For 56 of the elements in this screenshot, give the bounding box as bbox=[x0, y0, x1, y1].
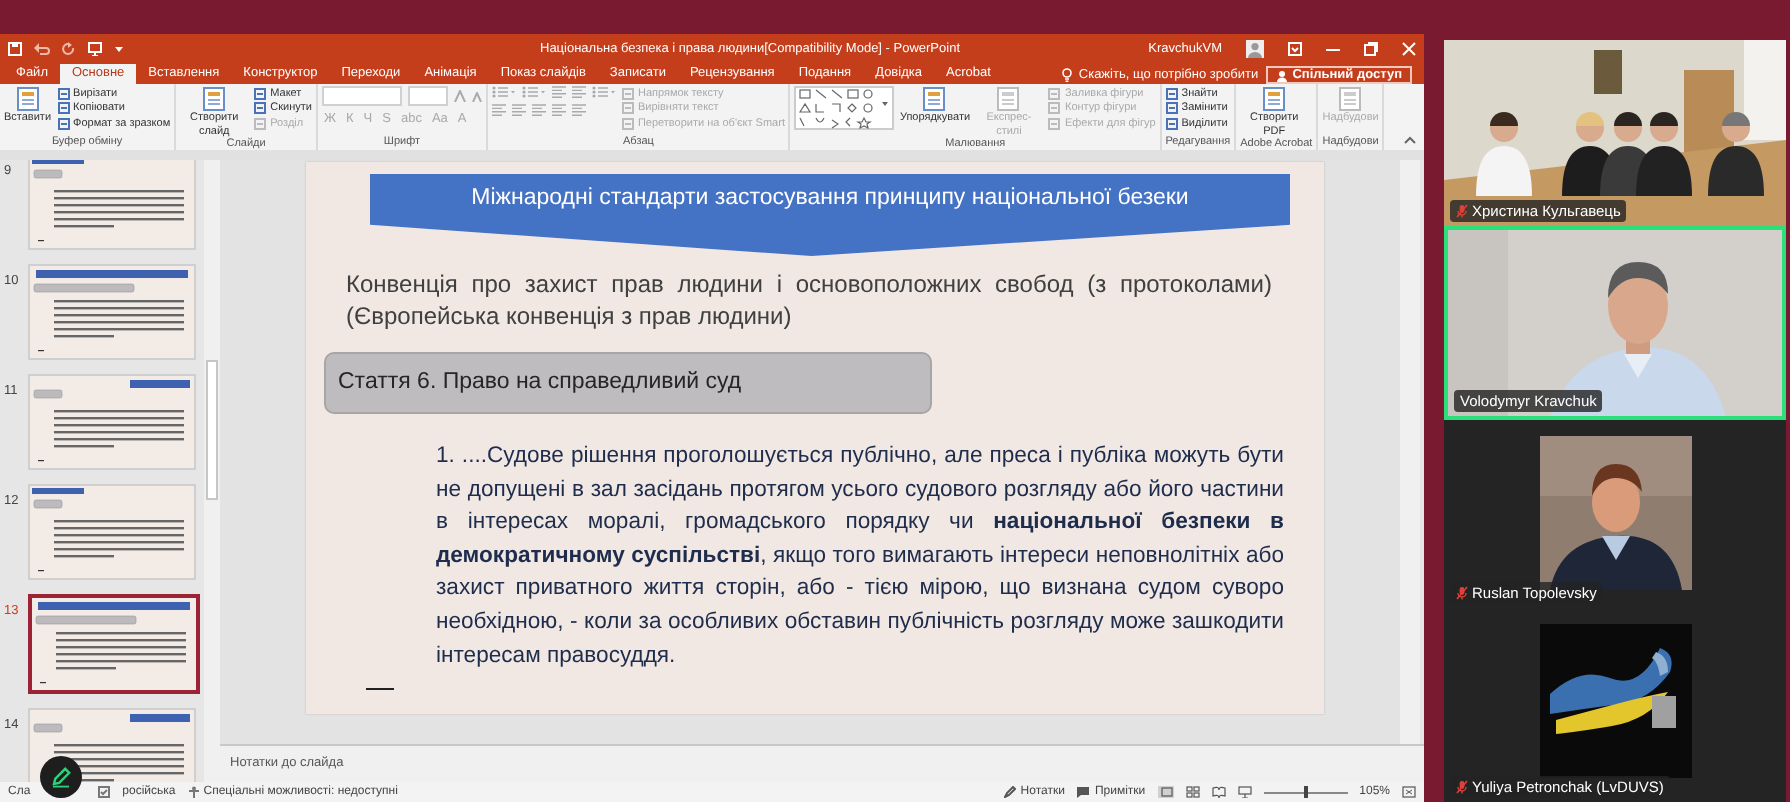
page-icon[interactable] bbox=[920, 86, 949, 112]
shapes-gallery[interactable] bbox=[794, 86, 895, 130]
align-icon[interactable] bbox=[491, 104, 506, 116]
align-icon[interactable] bbox=[571, 86, 586, 98]
fit-slide-icon[interactable] bbox=[1402, 786, 1416, 798]
square-icon[interactable] bbox=[57, 117, 70, 130]
reading-view-icon[interactable] bbox=[1211, 786, 1226, 798]
align-icon[interactable] bbox=[511, 104, 526, 116]
article-heading: Стаття 6. Право на справедливий суд bbox=[324, 352, 932, 414]
align-icon[interactable] bbox=[531, 104, 546, 116]
square-icon[interactable] bbox=[1165, 102, 1178, 115]
square-icon[interactable] bbox=[254, 102, 267, 115]
accessibility-icon bbox=[187, 786, 200, 798]
slide-subtitle: Конвенція про захист прав людини і основоположних свобод (з протоколами) (Європейська конвенція з прав людини) bbox=[346, 268, 1272, 332]
comment-icon bbox=[1076, 786, 1091, 798]
align-icon[interactable] bbox=[551, 104, 566, 116]
slider-thumb[interactable] bbox=[1304, 786, 1309, 798]
align-icon[interactable] bbox=[571, 104, 586, 116]
redo-icon[interactable] bbox=[62, 42, 76, 56]
sorter-view-icon[interactable] bbox=[1185, 786, 1200, 798]
page-icon[interactable] bbox=[1260, 86, 1289, 112]
pencil-icon bbox=[50, 766, 72, 788]
shrink-font-icon[interactable] bbox=[471, 91, 482, 101]
list-icon[interactable] bbox=[491, 86, 516, 98]
slide-thumbnail[interactable] bbox=[28, 594, 200, 694]
collapse-ribbon-icon[interactable] bbox=[1404, 136, 1416, 144]
normal-view-icon[interactable] bbox=[1157, 786, 1174, 798]
square-icon[interactable] bbox=[254, 87, 267, 100]
page-icon[interactable] bbox=[200, 86, 229, 112]
slideshow-icon[interactable] bbox=[1237, 786, 1252, 798]
zoom-slider[interactable] bbox=[1263, 786, 1348, 798]
square-icon[interactable] bbox=[1165, 117, 1178, 130]
square-icon[interactable] bbox=[1165, 87, 1178, 100]
square-icon[interactable] bbox=[57, 87, 70, 100]
title-banner: Міжнародні стандарти застосування принципу національної безеки bbox=[370, 174, 1290, 256]
save-icon[interactable] bbox=[8, 42, 22, 56]
scrollbar[interactable] bbox=[1400, 160, 1420, 744]
close-icon[interactable] bbox=[1402, 42, 1416, 56]
undo-icon[interactable] bbox=[34, 42, 50, 56]
maximize-icon[interactable] bbox=[1364, 42, 1378, 56]
scrollbar[interactable] bbox=[204, 160, 220, 782]
slide-paragraph: 1. ....Судове рішення проголошується публічно, але преса і публіка можуть бути не допущені в зал засідань протягом усього судового розгляду або його частини в інтересах моралі, громадського порядку чи національної безпеки в демократичному суспільстві, якщо того вимагають інтереси неповнолітніх або захист приватного життя сторін, або - тією мірою, що визнана судом суворо необхідною, - коли за особливих обставин публічність розгляду може зашкодити інтересам правосуддя. bbox=[436, 442, 1284, 672]
grow-font-icon[interactable] bbox=[453, 90, 466, 102]
square-icon[interactable] bbox=[57, 102, 70, 115]
page-icon[interactable] bbox=[13, 86, 42, 112]
avatar-icon[interactable] bbox=[1246, 40, 1264, 58]
spellcheck-icon[interactable] bbox=[98, 786, 111, 798]
caret-icon[interactable] bbox=[114, 44, 124, 54]
ribbon-display-icon[interactable] bbox=[1288, 42, 1302, 56]
font-size-field[interactable] bbox=[407, 86, 448, 106]
lightbulb-icon bbox=[1062, 67, 1073, 81]
notes-icon bbox=[1004, 786, 1017, 798]
font-name-field[interactable] bbox=[321, 86, 402, 106]
align-icon[interactable] bbox=[551, 86, 566, 98]
list-icon[interactable] bbox=[591, 86, 616, 98]
list-icon[interactable] bbox=[521, 86, 546, 98]
